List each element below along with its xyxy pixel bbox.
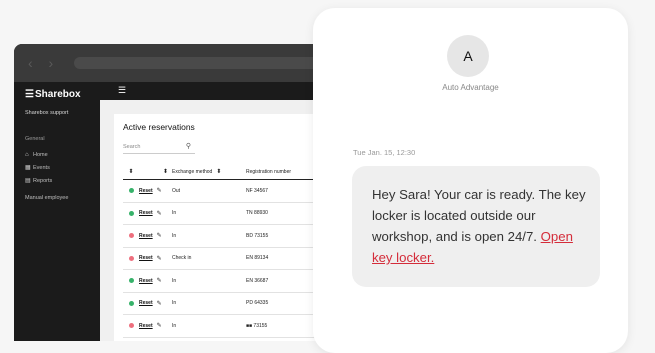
sidebar-item-manual-employee[interactable]: Manual employee (25, 191, 68, 204)
reset-link[interactable]: Reset (139, 210, 153, 216)
edit-icon[interactable]: ✎ (157, 277, 162, 284)
home-icon: ⌂ (25, 151, 29, 158)
avatar: A (447, 35, 489, 77)
sort-icon[interactable]: ⬍ (216, 168, 221, 175)
sidebar-item-label: Events (33, 164, 50, 171)
exchange-method-cell: In (172, 300, 177, 307)
status-dot (128, 300, 134, 306)
brand-logo[interactable]: ☰Sharebox (25, 89, 81, 100)
message-timestamp: Tue Jan. 15, 12:30 (353, 148, 416, 157)
brand-name: Sharebox (35, 89, 81, 100)
sort-icon[interactable]: ⬍ (128, 168, 133, 175)
message-text: Hey Sara! Your car is ready. The key loc… (372, 184, 592, 268)
message-bubble: Hey Sara! Your car is ready. The key loc… (352, 166, 600, 287)
search-icon[interactable]: ⚲ (186, 142, 191, 150)
status-dot (128, 278, 134, 284)
status-dot (128, 188, 134, 194)
header-exchange-method[interactable]: Exchange method ⬍ (172, 168, 221, 176)
menu-icon[interactable]: ☰ (118, 85, 126, 96)
reset-link[interactable]: Reset (139, 255, 153, 261)
reset-link[interactable]: Reset (139, 323, 153, 329)
reset-link[interactable]: Reset (139, 300, 153, 306)
sidebar-item-label: Reports (33, 177, 53, 184)
sidebar-item-events[interactable]: ▦ Events (25, 161, 68, 174)
browser-nav-arrows-icon[interactable]: ‹ › (28, 55, 59, 71)
sharebox-logo-icon: ☰ (25, 89, 34, 100)
status-dot (128, 233, 134, 239)
edit-icon[interactable]: ✎ (157, 232, 162, 239)
edit-icon[interactable]: ✎ (157, 187, 162, 194)
edit-icon[interactable]: ✎ (157, 255, 162, 262)
sender-name: Auto Advantage (442, 83, 499, 92)
sidebar-section-general: General (25, 136, 45, 142)
exchange-method-cell: In (172, 232, 177, 239)
search-input[interactable]: Search ⚲ (123, 143, 195, 154)
sidebar-item-label: Manual employee (25, 194, 69, 201)
sidebar: ☰Sharebox Sharebox support General ⌂ Hom… (14, 82, 100, 341)
org-name: Sharebox support (25, 110, 69, 116)
sidebar-item-reports[interactable]: ▤ Reports (25, 174, 68, 187)
sort-icon[interactable]: ⬍ (163, 168, 168, 175)
status-dot (128, 210, 134, 216)
exchange-method-cell: In (172, 210, 177, 217)
exchange-method-cell: In (172, 322, 177, 329)
reset-link[interactable]: Reset (139, 188, 153, 194)
page-title: Active reservations (123, 122, 195, 132)
exchange-method-cell: Check in (172, 255, 192, 262)
reports-icon: ▤ (25, 178, 31, 184)
message-card: A Auto Advantage Tue Jan. 15, 12:30 Hey … (313, 8, 628, 353)
reset-link[interactable]: Reset (139, 233, 153, 239)
reset-link[interactable]: Reset (139, 278, 153, 284)
sidebar-item-label: Home (33, 151, 48, 158)
exchange-method-cell: Out (172, 187, 181, 194)
search-placeholder: Search (123, 144, 141, 150)
status-dot (128, 323, 134, 329)
exchange-method-cell: In (172, 277, 177, 284)
sidebar-item-home[interactable]: ⌂ Home (25, 148, 68, 161)
status-dot (128, 255, 134, 261)
edit-icon[interactable]: ✎ (157, 300, 162, 307)
edit-icon[interactable]: ✎ (157, 322, 162, 329)
edit-icon[interactable]: ✎ (157, 210, 162, 217)
sidebar-nav: General ⌂ Home ▦ Events ▤ Reports Manual… (25, 136, 68, 204)
events-icon: ▦ (25, 165, 31, 171)
